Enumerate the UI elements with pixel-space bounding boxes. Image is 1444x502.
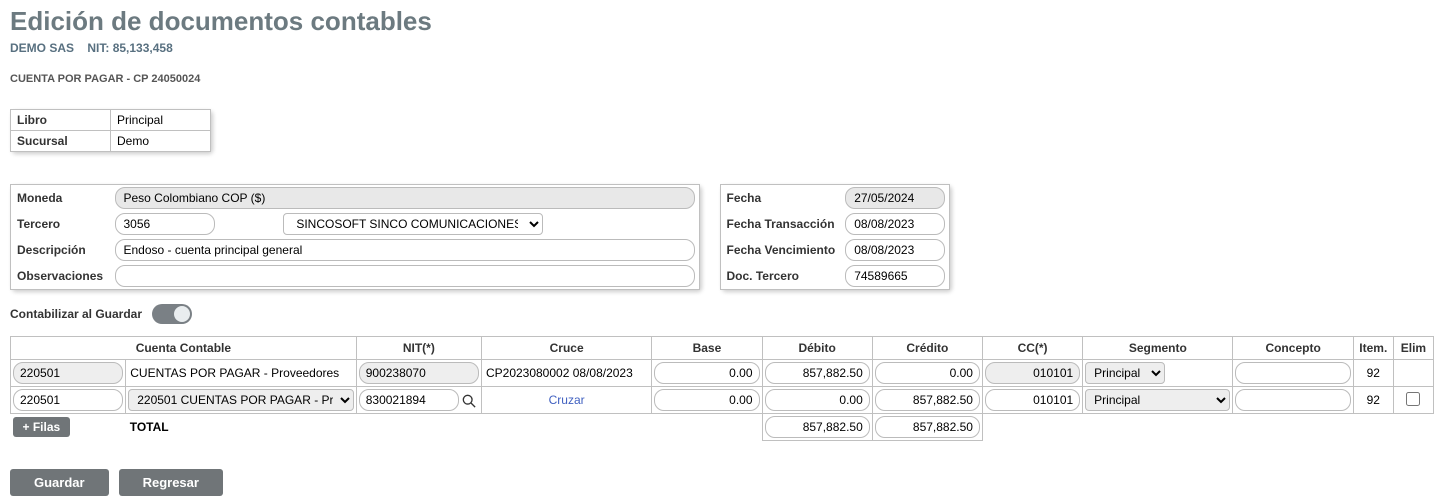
col-header-debito: Débito bbox=[762, 337, 872, 360]
nit-input[interactable] bbox=[359, 389, 459, 411]
document-reference: CUENTA POR PAGAR - CP 24050024 bbox=[10, 73, 1434, 85]
nit-value: 85,133,458 bbox=[113, 41, 173, 55]
total-label: TOTAL bbox=[126, 414, 356, 441]
descripcion-label: Descripción bbox=[11, 237, 111, 263]
cuenta-name-text: CUENTAS POR PAGAR - Proveedores bbox=[126, 360, 356, 387]
cruce-text: CP2023080002 08/08/2023 bbox=[481, 360, 651, 387]
company-name: DEMO SAS bbox=[10, 41, 74, 55]
col-header-cruce: Cruce bbox=[481, 337, 651, 360]
col-header-elim: Elim bbox=[1393, 337, 1433, 360]
col-header-item: Item. bbox=[1353, 337, 1393, 360]
main-info-panel: Moneda Tercero SINCOSOFT SINCO COMUNICAC… bbox=[10, 184, 700, 290]
contabilizar-toggle[interactable] bbox=[152, 304, 192, 324]
grid-footer-row: + Filas TOTAL bbox=[11, 414, 1434, 441]
fecha-trans-input[interactable] bbox=[845, 213, 945, 235]
moneda-label: Moneda bbox=[11, 185, 111, 212]
observaciones-input[interactable] bbox=[115, 265, 695, 287]
nit-label: NIT: bbox=[87, 41, 109, 55]
item-value: 92 bbox=[1353, 387, 1393, 414]
fecha-input[interactable] bbox=[845, 187, 945, 209]
concepto-input[interactable] bbox=[1235, 389, 1350, 411]
descripcion-input[interactable] bbox=[115, 239, 695, 261]
cuenta-code-input[interactable] bbox=[13, 389, 123, 411]
fecha-venc-input[interactable] bbox=[845, 239, 945, 261]
debito-input[interactable] bbox=[765, 362, 870, 384]
sucursal-label: Sucursal bbox=[11, 131, 111, 152]
credito-input[interactable] bbox=[875, 389, 980, 411]
nit-input[interactable] bbox=[359, 362, 479, 384]
elim-cell bbox=[1393, 360, 1433, 387]
regresar-button[interactable]: Regresar bbox=[119, 469, 223, 496]
grid-header-row: Cuenta Contable NIT(*) Cruce Base Débito… bbox=[11, 337, 1434, 360]
col-header-segmento: Segmento bbox=[1083, 337, 1233, 360]
moneda-input[interactable] bbox=[115, 187, 695, 209]
debito-input[interactable] bbox=[765, 389, 870, 411]
page-title: Edición de documentos contables bbox=[10, 6, 1434, 37]
book-panel: Libro Principal Sucursal Demo bbox=[10, 109, 211, 152]
fecha-label: Fecha bbox=[720, 185, 841, 212]
total-credito bbox=[875, 416, 980, 438]
item-value: 92 bbox=[1353, 360, 1393, 387]
base-input[interactable] bbox=[654, 389, 759, 411]
company-info: DEMO SAS NIT: 85,133,458 bbox=[10, 41, 1434, 55]
col-header-credito: Crédito bbox=[872, 337, 982, 360]
add-rows-button[interactable]: + Filas bbox=[13, 417, 71, 437]
col-header-base: Base bbox=[652, 337, 762, 360]
cuenta-code-input[interactable] bbox=[13, 362, 123, 384]
fecha-trans-label: Fecha Transacción bbox=[720, 211, 841, 237]
tercero-name-select[interactable]: SINCOSOFT SINCO COMUNICACIONES S.A.S bbox=[283, 213, 543, 235]
col-header-nit: NIT(*) bbox=[356, 337, 481, 360]
tercero-code-input[interactable] bbox=[115, 213, 215, 235]
sucursal-value: Demo bbox=[111, 131, 211, 152]
credito-input[interactable] bbox=[875, 362, 980, 384]
doc-tercero-label: Doc. Tercero bbox=[720, 263, 841, 290]
cruzar-link[interactable]: Cruzar bbox=[481, 387, 651, 414]
entries-grid: Cuenta Contable NIT(*) Cruce Base Débito… bbox=[10, 336, 1434, 441]
cc-input[interactable] bbox=[985, 389, 1080, 411]
col-header-cc: CC(*) bbox=[982, 337, 1082, 360]
base-input[interactable] bbox=[654, 362, 759, 384]
contabilizar-label: Contabilizar al Guardar bbox=[10, 307, 142, 321]
table-row: 220501 CUENTAS POR PAGAR - Prove Cruzar … bbox=[11, 387, 1434, 414]
tercero-label: Tercero bbox=[11, 211, 111, 237]
concepto-input[interactable] bbox=[1235, 362, 1350, 384]
observaciones-label: Observaciones bbox=[11, 263, 111, 290]
dates-panel: Fecha Fecha Transacción Fecha Vencimient… bbox=[720, 184, 951, 290]
cc-input[interactable] bbox=[985, 362, 1080, 384]
guardar-button[interactable]: Guardar bbox=[10, 469, 109, 496]
col-header-concepto: Concepto bbox=[1233, 337, 1353, 360]
elim-checkbox[interactable] bbox=[1406, 392, 1420, 406]
col-header-cuenta: Cuenta Contable bbox=[11, 337, 357, 360]
libro-label: Libro bbox=[11, 110, 111, 131]
doc-tercero-input[interactable] bbox=[845, 265, 945, 287]
cuenta-name-select[interactable]: 220501 CUENTAS POR PAGAR - Prove bbox=[128, 389, 353, 411]
segmento-select[interactable]: Principal bbox=[1085, 389, 1230, 411]
segmento-select[interactable]: Principal bbox=[1085, 362, 1165, 384]
fecha-venc-label: Fecha Vencimiento bbox=[720, 237, 841, 263]
table-row: CUENTAS POR PAGAR - Proveedores CP202308… bbox=[11, 360, 1434, 387]
search-icon[interactable] bbox=[462, 394, 476, 408]
libro-value: Principal bbox=[111, 110, 211, 131]
total-debito bbox=[765, 416, 870, 438]
